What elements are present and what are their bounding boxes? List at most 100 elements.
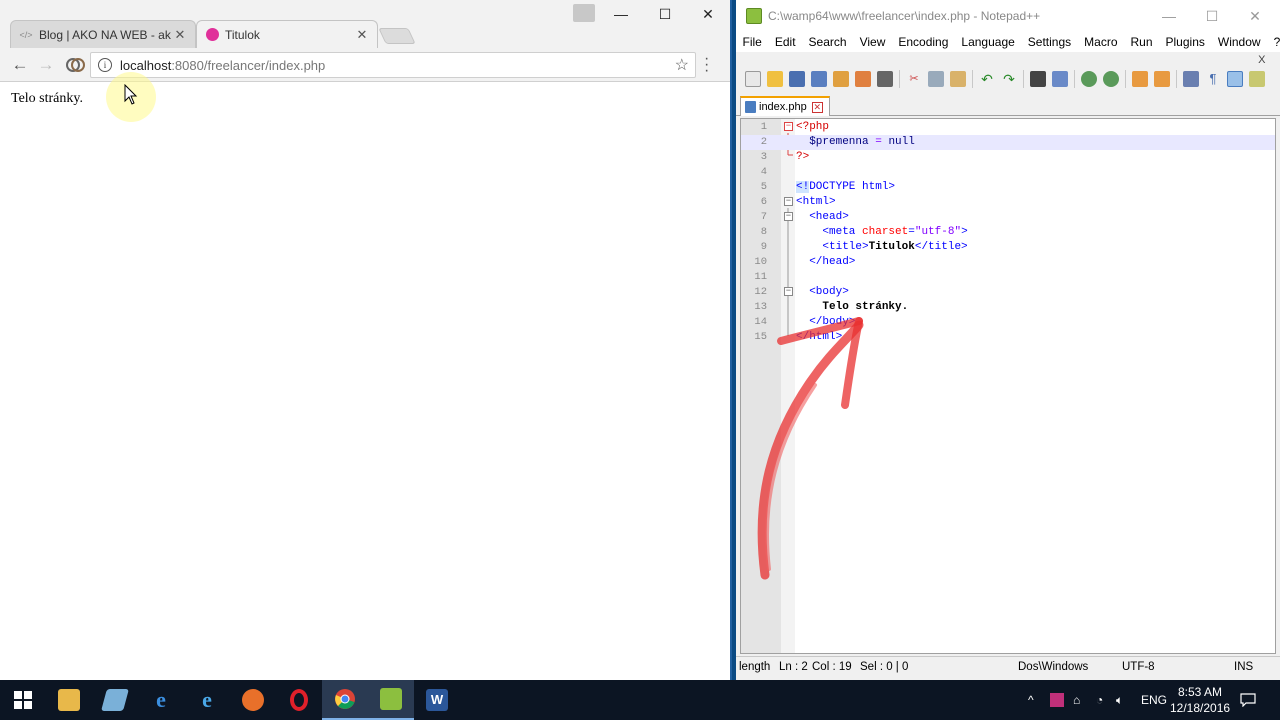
menu-file[interactable]: File xyxy=(736,35,768,49)
info-icon[interactable]: i xyxy=(98,58,112,72)
udl-icon[interactable] xyxy=(1249,71,1265,87)
taskbar: e e W ^ ⌂ ◔ 🔈︎ ENG 8:53 AM 12/18/2016 xyxy=(0,680,1280,720)
wifi-icon[interactable]: ◔ xyxy=(1096,680,1103,720)
open-file-icon[interactable] xyxy=(767,71,783,87)
tab-index-php[interactable]: index.php ✕ xyxy=(740,96,830,116)
notepadpp-button[interactable] xyxy=(368,680,414,720)
network-icon[interactable]: ⌂ xyxy=(1073,680,1080,720)
zoom-in-icon[interactable] xyxy=(1081,71,1097,87)
close-window-icon[interactable]: ✕ xyxy=(693,6,723,23)
sync-horizontal-icon[interactable] xyxy=(1154,71,1170,87)
tray-app-icon[interactable] xyxy=(1050,680,1064,720)
menu-icon[interactable]: · · · xyxy=(704,51,709,79)
folder-icon xyxy=(58,689,80,711)
maximize-icon[interactable]: ☐ xyxy=(650,6,680,23)
status-insert-mode: INS xyxy=(1234,661,1254,673)
internet-explorer-button[interactable]: e xyxy=(184,680,230,720)
forward-icon[interactable]: → xyxy=(35,54,57,76)
language-indicator[interactable]: ENG xyxy=(1141,680,1167,720)
notepadpp-icon xyxy=(380,688,402,710)
menu-macro[interactable]: Macro xyxy=(1078,35,1124,49)
replace-icon[interactable] xyxy=(1052,71,1068,87)
word-button[interactable]: W xyxy=(414,680,460,720)
ie-icon: e xyxy=(202,687,212,712)
close-document-button[interactable]: X xyxy=(1252,54,1272,66)
toolbar-separator xyxy=(899,70,900,88)
new-tab-button[interactable] xyxy=(378,28,416,44)
save-icon[interactable] xyxy=(789,71,805,87)
clock-time: 8:53 AM xyxy=(1177,685,1223,699)
minimize-icon[interactable]: — xyxy=(1154,8,1184,24)
toolbar-separator xyxy=(1074,70,1075,88)
print-icon[interactable] xyxy=(877,71,893,87)
show-all-chars-icon[interactable]: ¶ xyxy=(1205,71,1221,87)
menu-search[interactable]: Search xyxy=(802,35,853,49)
menu-window[interactable]: Window xyxy=(1211,35,1267,49)
menu-edit[interactable]: Edit xyxy=(768,35,802,49)
tab-title: Titulok xyxy=(225,27,260,42)
new-file-icon[interactable] xyxy=(745,71,761,87)
tab-blog[interactable]: </> Blog | AKO NA WEB - ak ✕ xyxy=(10,20,196,48)
profile-icon[interactable] xyxy=(573,4,595,22)
code-editor[interactable]: 1− <?php 2 $premenna = null 3 ?> 4 5 <!DOCT… xyxy=(740,118,1276,654)
menu-help[interactable]: ? xyxy=(1267,35,1280,49)
close-icon[interactable]: ✕ xyxy=(173,27,187,43)
paste-icon[interactable] xyxy=(950,71,966,87)
page-body-text: Telo stránky. xyxy=(11,91,83,106)
opera-button[interactable] xyxy=(276,680,322,720)
file-explorer-button[interactable] xyxy=(46,680,92,720)
back-icon[interactable]: ← xyxy=(9,54,31,76)
address-bar[interactable]: i localhost:8080/freelancer/index.php ☆ xyxy=(90,52,696,78)
app-button[interactable] xyxy=(92,680,138,720)
edge-button[interactable]: e xyxy=(138,680,184,720)
find-icon[interactable] xyxy=(1030,71,1046,87)
menu-plugins[interactable]: Plugins xyxy=(1159,35,1211,49)
tab-titulok[interactable]: Titulok ✕ xyxy=(196,20,378,48)
menu-settings[interactable]: Settings xyxy=(1021,35,1077,49)
url-host: localhost xyxy=(120,57,172,73)
copy-icon[interactable] xyxy=(928,71,944,87)
maximize-icon[interactable]: ☐ xyxy=(1197,8,1227,25)
notifications-icon[interactable] xyxy=(1240,680,1256,720)
cut-icon[interactable]: ✂ xyxy=(906,71,922,87)
file-icon xyxy=(745,101,756,113)
undo-icon[interactable]: ↶ xyxy=(979,71,995,87)
close-icon[interactable]: ✕ xyxy=(355,27,369,43)
close-icon[interactable]: ✕ xyxy=(811,101,823,113)
start-button[interactable] xyxy=(0,680,46,720)
reload-icon[interactable] xyxy=(64,54,86,76)
windows-logo-icon xyxy=(14,691,32,709)
redo-icon[interactable]: ↷ xyxy=(1001,71,1017,87)
app-icon xyxy=(101,689,129,711)
window-title: C:\wamp64\www\freelancer\index.php - Not… xyxy=(768,9,1041,23)
pink-circle-icon xyxy=(205,28,219,42)
close-all-icon[interactable] xyxy=(855,71,871,87)
menu-view[interactable]: View xyxy=(853,35,892,49)
zoom-out-icon[interactable] xyxy=(1103,71,1119,87)
firefox-icon xyxy=(242,689,264,711)
chrome-button[interactable] xyxy=(322,680,368,720)
clock[interactable]: 8:53 AM 12/18/2016 xyxy=(1170,684,1230,716)
close-file-icon[interactable] xyxy=(833,71,849,87)
sync-vertical-icon[interactable] xyxy=(1132,71,1148,87)
indent-guide-icon[interactable] xyxy=(1227,71,1243,87)
minimize-icon[interactable]: — xyxy=(606,6,636,22)
close-window-icon[interactable]: ✕ xyxy=(1240,8,1270,25)
status-selection: Sel : 0 | 0 xyxy=(860,661,909,673)
save-all-icon[interactable] xyxy=(811,71,827,87)
menu-language[interactable]: Language xyxy=(955,35,1021,49)
opera-icon xyxy=(290,689,308,711)
firefox-button[interactable] xyxy=(230,680,276,720)
menu-run[interactable]: Run xyxy=(1124,35,1159,49)
status-bar: length Ln : 2 Col : 19 Sel : 0 | 0 Dos\W… xyxy=(736,656,1280,678)
menu-encoding[interactable]: Encoding xyxy=(892,35,955,49)
bookmark-star-icon[interactable]: ☆ xyxy=(675,55,689,75)
toolbar-separator xyxy=(1125,70,1126,88)
volume-icon[interactable]: 🔈︎ xyxy=(1116,680,1123,720)
show-hidden-icons[interactable]: ^ xyxy=(1028,680,1034,720)
word-wrap-icon[interactable] xyxy=(1183,71,1199,87)
status-line: Ln : 2 xyxy=(779,661,808,673)
status-column: Col : 19 xyxy=(812,661,852,673)
toolbar: ✂ ↶ ↷ ¶ xyxy=(736,66,1280,92)
page-viewport: Telo stránky. xyxy=(0,82,730,680)
